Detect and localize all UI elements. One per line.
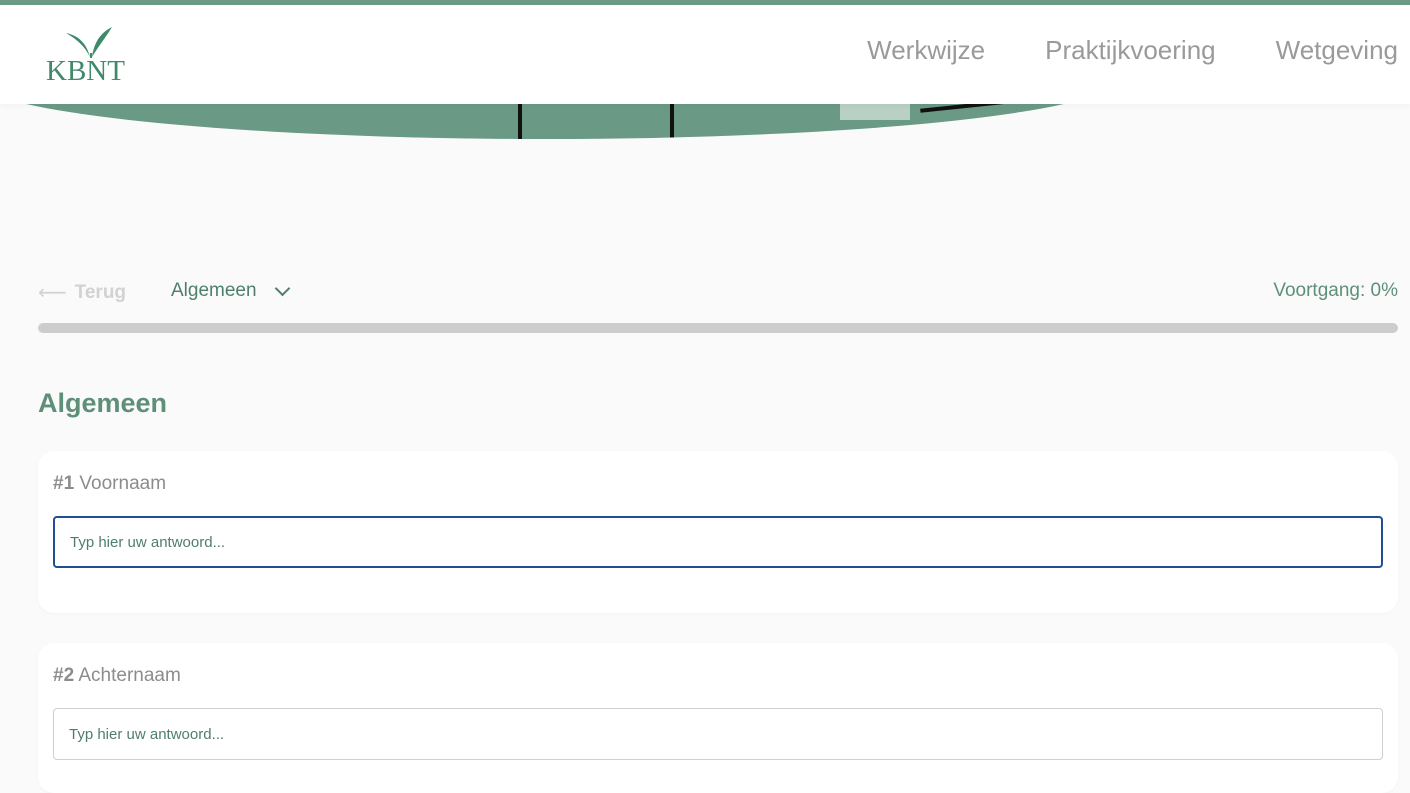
progress-label: Voortgang: 0%	[1273, 280, 1398, 301]
site-header: KBNT Werkwijze Praktijkvoering Wetgeving	[0, 0, 1410, 104]
question-text: Achternaam	[78, 665, 181, 686]
progress-bar	[38, 323, 1398, 333]
question-toolbar: ⟵ Terug Algemeen Voortgang: 0%	[38, 280, 1398, 306]
chevron-down-icon	[274, 280, 290, 296]
question-number: #1	[53, 473, 75, 494]
last-name-input[interactable]	[53, 708, 1383, 760]
section-dropdown-label: Algemeen	[171, 280, 257, 301]
main-nav: Werkwijze Praktijkvoering Wetgeving	[867, 35, 1398, 66]
hero-paper	[840, 104, 910, 120]
nav-praktijkvoering[interactable]: Praktijkvoering	[1045, 35, 1216, 66]
nav-wetgeving[interactable]: Wetgeving	[1276, 35, 1398, 66]
back-button[interactable]: ⟵ Terug	[38, 280, 126, 305]
back-label: Terug	[74, 281, 127, 303]
question-number: #2	[53, 665, 75, 686]
question-label: #1 Voornaam	[53, 473, 166, 495]
question-card: #2 Achternaam	[38, 643, 1398, 793]
first-name-input[interactable]	[53, 516, 1383, 568]
hero-image	[0, 104, 1410, 144]
arrow-left-icon: ⟵	[38, 282, 67, 304]
hero-stroke	[920, 104, 1050, 113]
kbnt-logo[interactable]: KBNT	[46, 23, 136, 87]
hero-drawing	[518, 104, 674, 139]
section-dropdown[interactable]: Algemeen	[171, 280, 290, 302]
question-label: #2 Achternaam	[53, 665, 181, 687]
question-text: Voornaam	[79, 473, 167, 494]
question-card: #1 Voornaam	[38, 451, 1398, 613]
logo-text: KBNT	[46, 55, 125, 87]
hero-curve	[0, 104, 1120, 139]
nav-werkwijze[interactable]: Werkwijze	[867, 35, 985, 66]
section-title: Algemeen	[38, 388, 168, 418]
